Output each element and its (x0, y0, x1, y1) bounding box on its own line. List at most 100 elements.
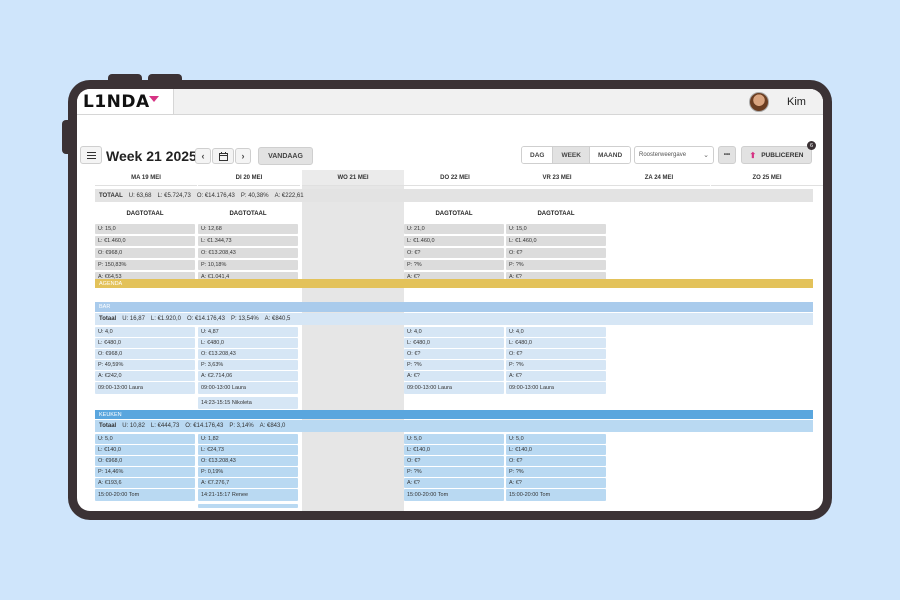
user-name[interactable]: Kim (787, 96, 806, 108)
keuken-section-header[interactable]: KEUKEN (95, 410, 813, 419)
week-total-value: U: 63,68 (128, 192, 152, 199)
bar-section-header[interactable]: BAR (95, 302, 813, 312)
day-total-value: L: €1.460,0 (506, 236, 606, 246)
bar-stat-cell: P: ?% (506, 360, 606, 370)
bar-stat-cell: O: €968,0 (95, 349, 195, 359)
menu-button[interactable] (80, 146, 102, 164)
week-total-label: TOTAAL (99, 192, 123, 199)
day-header[interactable]: DO 22 MEI (404, 170, 506, 186)
bar-stat-cell: A: €2.714,06 (198, 371, 298, 381)
shift-card[interactable]: 09:00-13:00 Laura (506, 382, 606, 394)
keuken-stat-cell: U: 5,0 (506, 434, 606, 444)
keuken-total-value: A: €843,0 (259, 423, 286, 429)
bar-stat-cell: L: €480,0 (404, 338, 504, 348)
app-screen: L1NDA Kim Week 21 2025 ‹ › VANDAAG DAG W… (77, 89, 823, 511)
publish-button[interactable]: ⬆ PUBLICEREN (741, 146, 812, 164)
view-day-button[interactable]: DAG (522, 147, 554, 163)
day-total-heading: DAGTOTAAL (537, 211, 575, 217)
day-header[interactable]: ZO 25 MEI (711, 170, 823, 186)
shift-card[interactable]: 15:00-20:00 Tom (506, 489, 606, 501)
day-total-value: P: 150,83% (95, 260, 195, 270)
day-header[interactable]: DI 20 MEI (198, 170, 300, 186)
top-bar-fill (173, 89, 823, 114)
keuken-stat-cell: U: 5,0 (95, 434, 195, 444)
keuken-total-value: P: 3,14% (229, 423, 254, 429)
day-total-value: P: 10,18% (198, 260, 298, 270)
bar-stat-cell: L: €480,0 (198, 338, 298, 348)
bar-total-row: Totaal U: 16,87 L: €1.920,0 O: €14.176,43 P:… (95, 313, 813, 325)
day-header[interactable]: VR 23 MEI (506, 170, 608, 186)
bar-stat-cell: P: ?% (404, 360, 504, 370)
day-header[interactable]: WO 21 MEI (302, 170, 404, 186)
app-logo[interactable]: L1NDA (83, 92, 150, 112)
week-total-value: O: €14.176,43 (196, 192, 235, 199)
bar-stat-cell: U: 4,0 (95, 327, 195, 337)
chevron-left-icon: ‹ (201, 151, 205, 161)
bar-stat-cell: A: €? (506, 371, 606, 381)
logo-dropdown-icon[interactable] (149, 96, 159, 102)
keuken-stat-cell: O: €13.208,43 (198, 456, 298, 466)
upload-icon: ⬆ (749, 150, 757, 160)
day-total-value: O: €13.208,43 (198, 248, 298, 258)
shift-card[interactable]: 15:00-20:00 Tom (404, 489, 504, 501)
shift-card[interactable]: 14:21-15:17 Renee (198, 489, 298, 501)
view-toggle: DAG WEEK MAAND (521, 146, 632, 164)
keuken-stat-cell: P: 0,19% (198, 467, 298, 477)
bar-stat-cell: P: 49,59% (95, 360, 195, 370)
menu-icon (86, 151, 96, 153)
day-total-heading: DAGTOTAAL (435, 211, 473, 217)
calendar-button[interactable] (212, 148, 234, 164)
keuken-total-row: Totaal U: 10,82 L: €444,73 O: €14.176,43 P: … (95, 420, 813, 432)
day-header[interactable]: ZA 24 MEI (608, 170, 710, 186)
week-total-row: TOTAAL U: 63,68 L: €5.724,73 O: €14.176,43 P… (95, 189, 813, 202)
keuken-stat-cell: P: 14,46% (95, 467, 195, 477)
keuken-stat-cell: O: €968,0 (95, 456, 195, 466)
bar-total-value: Totaal (99, 316, 117, 322)
page-title: Week 21 2025 (106, 148, 197, 164)
keuken-stat-cell: O: €? (404, 456, 504, 466)
bar-stat-cell: O: €? (404, 349, 504, 359)
bar-stat-cell: O: €13.208,43 (198, 349, 298, 359)
keuken-stat-cell: U: 1,82 (198, 434, 298, 444)
avatar[interactable] (749, 92, 769, 112)
top-bar: L1NDA Kim (77, 89, 823, 115)
day-total-value: U: 15,0 (506, 224, 606, 234)
keuken-stat-cell: A: €? (506, 478, 606, 488)
bar-stat-cell: A: €242,0 (95, 371, 195, 381)
keuken-stat-cell: P: ?% (506, 467, 606, 477)
view-week-button[interactable]: WEEK (553, 147, 590, 163)
view-mode-select[interactable]: Roosterweergave ⌄ (634, 146, 714, 164)
day-header[interactable]: MA 19 MEI (95, 170, 197, 186)
day-total-value: O: €? (404, 248, 504, 258)
day-total-value: L: €1.344,73 (198, 236, 298, 246)
shift-card[interactable] (198, 504, 298, 508)
agenda-band[interactable]: AGENDA (95, 279, 813, 288)
bar-stat-cell: U: 4,87 (198, 327, 298, 337)
shift-card[interactable]: 09:00-13:00 Laura (404, 382, 504, 394)
bar-total-value: A: €840,5 (264, 316, 291, 322)
view-month-button[interactable]: MAAND (589, 147, 631, 163)
day-total-value: O: €? (506, 248, 606, 258)
next-week-button[interactable]: › (235, 148, 251, 164)
toolbar: Week 21 2025 ‹ › VANDAAG DAG WEEK MAAND … (77, 115, 823, 170)
keuken-stat-cell: P: ?% (404, 467, 504, 477)
keuken-stat-cell: L: €140,0 (506, 445, 606, 455)
shift-card[interactable]: 09:00-13:00 Laura (95, 382, 195, 394)
chevron-down-icon: ⌄ (703, 152, 709, 159)
prev-week-button[interactable]: ‹ (195, 148, 211, 164)
shift-card[interactable]: 15:00-20:00 Tom (95, 489, 195, 501)
keuken-stat-cell: L: €140,0 (404, 445, 504, 455)
today-button[interactable]: VANDAAG (258, 147, 313, 165)
keuken-stat-cell: U: 5,0 (404, 434, 504, 444)
keuken-stat-cell: L: €140,0 (95, 445, 195, 455)
week-total-value: A: €222,61 (274, 192, 304, 199)
bar-stat-cell: U: 4,0 (506, 327, 606, 337)
calendar-icon (218, 151, 228, 161)
bar-stat-cell: P: 3,63% (198, 360, 298, 370)
day-total-value: U: 15,0 (95, 224, 195, 234)
publish-count-badge: 6 (807, 141, 816, 150)
day-total-value: O: €968,0 (95, 248, 195, 258)
more-options-button[interactable]: ••• (718, 146, 736, 164)
shift-card[interactable]: 14:23-15:15 Nikoleta (198, 397, 298, 409)
shift-card[interactable]: 09:00-13:00 Laura (198, 382, 298, 394)
